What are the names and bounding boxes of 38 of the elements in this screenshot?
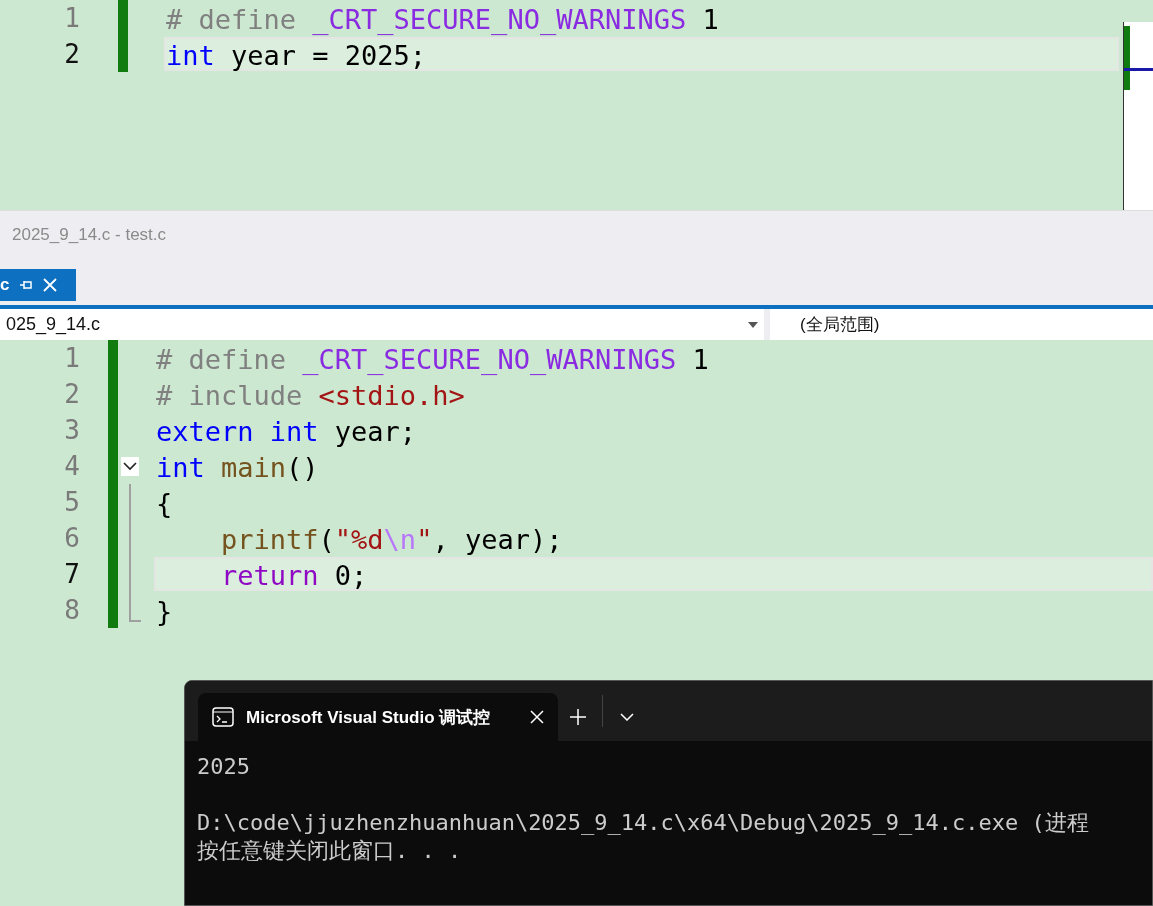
code-line: int main() [155, 451, 320, 483]
line-number: 1 [63, 343, 80, 373]
collapse-icon[interactable] [121, 457, 139, 476]
line-number: 7 [63, 559, 80, 589]
line-number: 2 [63, 39, 80, 69]
code-line: # define _CRT_SECURE_NO_WARNINGS 1 [155, 343, 710, 375]
dropdown-arrow-icon [748, 321, 758, 328]
line-number: 5 [63, 487, 80, 517]
code-line: # define _CRT_SECURE_NO_WARNINGS 1 [165, 3, 720, 35]
line-number: 1 [63, 3, 80, 33]
code-line: # include <stdio.h> [155, 379, 466, 411]
console-output-line: 2025 [197, 753, 251, 781]
scroll-map[interactable] [1123, 22, 1153, 210]
terminal-tab[interactable]: Microsoft Visual Studio 调试控 [198, 693, 558, 741]
chevron-down-icon[interactable] [620, 713, 634, 721]
code-line: printf("%d\n", year); [220, 523, 564, 555]
change-bar [108, 340, 118, 376]
console-output-line: D:\code\jjuzhenzhuanhuan\2025_9_14.c\x64\Debug\2025_9_14.c.exe (进程 [197, 809, 1090, 837]
console-output-line: 按任意键关闭此窗口. . . [197, 837, 463, 865]
pin-icon[interactable] [19, 279, 34, 291]
code-line: } [155, 595, 174, 627]
change-bar [118, 36, 128, 72]
code-line: { [155, 487, 174, 519]
code-line: extern int year; [155, 415, 418, 447]
document-title: 2025_9_14.c - test.c [11, 224, 168, 246]
terminal-icon [212, 707, 234, 727]
line-number: 4 [63, 451, 80, 481]
change-bar [118, 0, 128, 36]
close-icon[interactable] [530, 710, 544, 724]
file-dropdown[interactable]: 025_9_14.c [0, 309, 764, 340]
scope-dropdown[interactable]: (全局范围) [770, 309, 1153, 340]
line-number: 6 [63, 523, 80, 553]
line-number: 2 [63, 379, 80, 409]
plus-icon[interactable] [569, 708, 587, 726]
line-number: 8 [63, 595, 80, 625]
line-number: 3 [63, 415, 80, 445]
change-bar [108, 592, 118, 628]
file-tab[interactable]: c [0, 269, 76, 301]
